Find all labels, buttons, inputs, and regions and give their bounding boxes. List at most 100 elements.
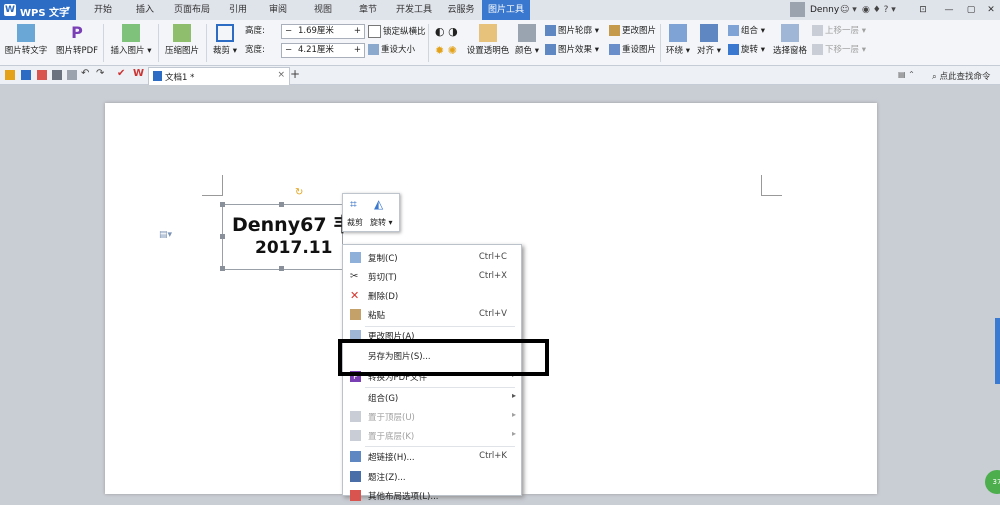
resize-handle[interactable] [220,202,225,207]
resize-handle[interactable] [279,266,284,271]
undo-icon[interactable]: ↶ [81,68,89,79]
mini-rotate-button[interactable]: 旋转 ▾ [370,217,393,228]
close-icon[interactable]: ✕ [980,0,1000,20]
side-panel-toggle[interactable] [995,318,1000,384]
user-status-icon[interactable]: ☺ ▾ [840,0,857,20]
rotate-icon[interactable]: ◭ [374,197,383,211]
menu-item-cut[interactable]: ✂ 剪切(T) Ctrl+X [343,267,521,286]
transparent-color-icon [479,24,497,42]
img-to-pdf-button[interactable]: P 图片转PDF [54,23,100,57]
tab-insert[interactable]: 插入 [128,0,162,20]
insert-image-button[interactable]: 插入图片 ▾ [108,24,154,56]
menu-item-copy[interactable]: 复制(C) Ctrl+C [343,248,521,267]
skin-icon[interactable]: ◉ ♦ ? ▾ [862,0,896,20]
resize-handle[interactable] [220,266,225,271]
pdf-p-icon: P [71,23,83,42]
find-command-search[interactable]: ⌕ 点此查找命令 [932,70,990,82]
outline-button[interactable]: 图片轮廓 ▾ [545,25,599,37]
menu-item-delete[interactable]: ✕ 删除(D) [343,286,521,305]
menu-item-group[interactable]: 组合(G) ▸ [343,388,521,407]
close-tab-icon[interactable]: × [277,70,285,80]
effect-button[interactable]: 图片效果 ▾ [545,44,599,56]
image-text-icon [17,24,35,42]
avatar[interactable] [790,2,805,17]
bring-forward-button[interactable]: 上移一层 ▾ [812,25,866,37]
align-icon [700,24,718,42]
align-button[interactable]: 对齐 ▾ [695,24,723,56]
color-button[interactable]: 颜色 ▾ [513,24,541,56]
menu-item-bring-to-front[interactable]: 置于顶层(U) ▸ [343,407,521,426]
menu-item-label: 超链接(H)... [368,453,415,463]
tab-developer[interactable]: 开发工具 [392,0,436,20]
print-preview-icon[interactable] [67,70,77,80]
compress-image-button[interactable]: 压缩图片 [162,24,202,56]
paragraph-tag-icon[interactable]: ▤▾ [159,230,172,240]
save-icon[interactable] [21,70,31,80]
width-stepper[interactable]: − 4.21厘米 + [281,43,365,58]
crop-button[interactable]: 裁剪 ▾ [210,24,240,56]
new-tab-icon[interactable]: + [290,67,300,81]
wrap-button[interactable]: 环绕 ▾ [664,24,692,56]
effect-icon [545,44,556,55]
plus-icon[interactable]: + [354,25,361,38]
tab-references[interactable]: 引用 [222,0,254,20]
reset-size-button[interactable]: 重设大小 [368,44,415,56]
wps-app-menu-button[interactable]: W WPS 文字 ▾ [0,0,76,20]
lock-ratio-checkbox[interactable]: 锁定纵横比 [368,25,426,38]
tab-home[interactable]: 开始 [86,0,120,20]
outline-icon [545,25,556,36]
window-restore-icon[interactable]: ⊡ [912,0,934,20]
tab-page-layout[interactable]: 页面布局 [168,0,216,20]
menu-item-caption[interactable]: 题注(Z)... [343,467,521,486]
menu-item-shortcut: Ctrl+C [478,252,507,262]
minimize-icon[interactable]: — [938,0,960,20]
mini-crop-button[interactable]: 裁剪 [347,217,363,228]
send-backward-button[interactable]: 下移一层 ▾ [812,44,866,56]
height-value[interactable]: 1.69厘米 [298,25,334,38]
select-pane-button[interactable]: 选择窗格 [772,24,808,56]
tab-review[interactable]: 审阅 [262,0,294,20]
crop-icon [216,24,234,42]
redo-icon[interactable]: ↷ [96,68,104,79]
hyperlink-icon [350,451,361,462]
brightness-icon[interactable]: ✹ ✺ [435,44,457,57]
tab-chapter[interactable]: 章节 [352,0,384,20]
minus-icon[interactable]: − [285,44,292,57]
format-painter-icon[interactable]: ✔ [117,68,125,79]
open-folder-icon[interactable] [5,70,15,80]
user-name[interactable]: Denny [810,0,839,20]
resize-handle[interactable] [220,234,225,239]
menu-item-label: 剪切(T) [368,273,397,283]
change-image-button[interactable]: 更改图片 [609,25,656,37]
app-name: WPS 文字 [20,8,70,19]
plus-icon[interactable]: + [354,44,361,57]
resize-handle[interactable] [279,202,284,207]
contrast-icon[interactable]: ◐ ◑ [435,25,458,38]
export-pdf-icon[interactable] [37,70,47,80]
menu-item-send-to-back[interactable]: 置于底层(K) ▸ [343,426,521,445]
height-stepper[interactable]: − 1.69厘米 + [281,24,365,39]
tab-picture-tools[interactable]: 图片工具 [482,0,530,20]
maximize-icon[interactable]: ▢ [960,0,982,20]
menu-item-layout-options[interactable]: 其他布局选项(L)... [343,486,521,505]
img-to-text-button[interactable]: 图片转文字 [4,24,48,56]
sidebar-toggle-icon[interactable]: ▤ ⌃ [898,70,915,79]
crop-icon[interactable]: ⌗ [350,197,357,212]
width-value[interactable]: 4.21厘米 [298,44,334,57]
group-button[interactable]: 组合 ▾ [728,25,765,37]
print-icon[interactable] [52,70,62,80]
outline-label: 图片轮廓 [558,26,593,36]
set-transparent-button[interactable]: 设置透明色 [466,24,510,56]
wps-w-icon[interactable]: W [133,68,144,79]
menu-item-paste[interactable]: 粘贴 Ctrl+V [343,305,521,324]
document-tab[interactable]: 文档1 * × [148,67,290,85]
rotate-button[interactable]: 旋转 ▾ [728,44,765,56]
tab-view[interactable]: 视图 [307,0,339,20]
menu-item-hyperlink[interactable]: 超链接(H)... Ctrl+K [343,447,521,466]
minus-icon[interactable]: − [285,25,292,38]
rotate-handle-icon[interactable]: ↻ [295,187,303,198]
wps-logo-icon: W [4,4,16,16]
reset-image-button[interactable]: 重设图片 [609,44,656,56]
send-backward-icon [812,44,823,55]
tab-cloud[interactable]: 云服务 [442,0,480,20]
